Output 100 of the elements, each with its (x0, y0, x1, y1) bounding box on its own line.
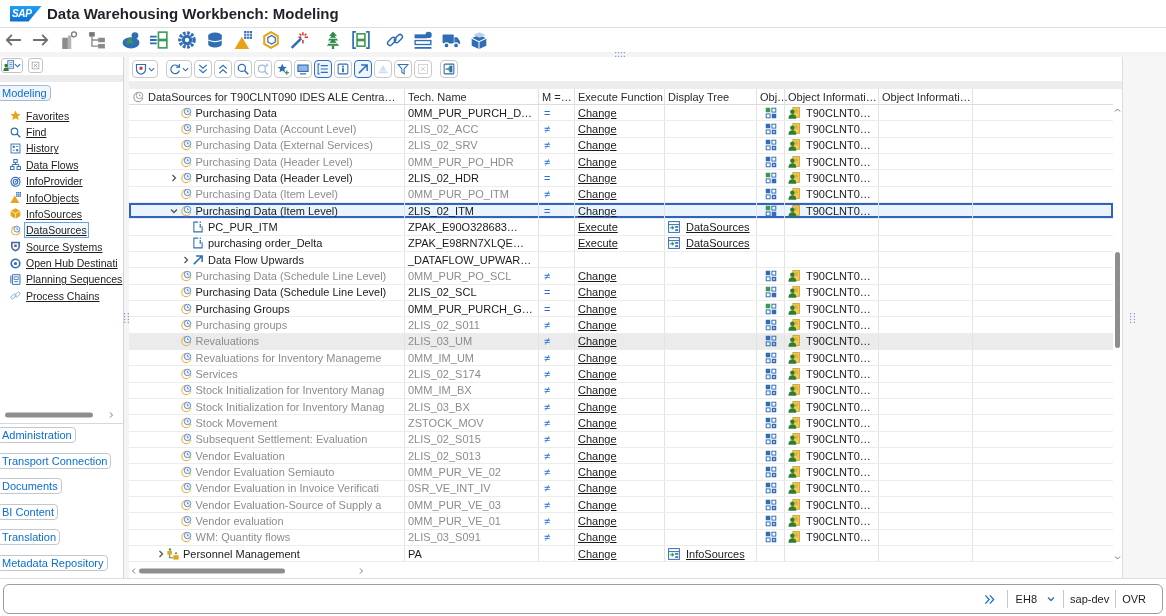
section-button[interactable]: Metadata Repository (0, 554, 108, 571)
section-button[interactable]: Administration (0, 427, 76, 443)
column-header[interactable]: Object Informati… (882, 90, 971, 103)
chevron-down-icon[interactable] (169, 206, 178, 215)
toolbar-button[interactable] (274, 60, 292, 78)
object-grid-icon[interactable] (764, 188, 777, 201)
function-link[interactable]: Change (578, 286, 617, 299)
function-link[interactable]: Change (578, 465, 617, 478)
function-link[interactable]: Change (578, 335, 617, 348)
object-grid-icon[interactable] (764, 416, 777, 429)
object-grid-icon[interactable] (764, 171, 777, 184)
object-grid-icon[interactable] (764, 139, 777, 152)
column-header[interactable]: Obj… (760, 90, 789, 103)
function-link[interactable]: Change (578, 531, 617, 544)
box-icon[interactable] (470, 31, 488, 49)
function-link[interactable]: Change (578, 106, 617, 119)
section-button[interactable]: Modeling (0, 85, 51, 101)
table-row[interactable]: PC_PUR_ITM ZPAK_E90O328683… Execute DataSources (129, 219, 1113, 236)
view-menu-button[interactable] (1, 58, 23, 73)
table-row[interactable]: Vendor Evaluation 2LIS_02_S013 ≠ Change T90CLNT0… (129, 447, 1113, 465)
table-row[interactable]: Personnel Management PA Change InfoSources (129, 545, 1113, 563)
section-button[interactable]: Translation (0, 529, 60, 546)
table-row[interactable]: Services 2LIS_02_S174 ≠ Change T90CLNT0… (129, 366, 1113, 383)
resize-grip-icon[interactable] (1130, 312, 1135, 323)
display-tree-link[interactable]: InfoSources (686, 547, 745, 560)
function-link[interactable]: Change (578, 204, 617, 217)
function-link[interactable]: Change (578, 547, 617, 560)
magic-wand-icon[interactable] (290, 31, 308, 49)
cog-icon[interactable] (178, 31, 196, 49)
function-link[interactable]: Change (578, 155, 617, 168)
table-row[interactable]: Purchasing Data (External Services) 2LIS_02_SRV ≠ Change T90CLNT0… (129, 137, 1113, 154)
toolbar-button[interactable] (194, 60, 212, 78)
table-row[interactable]: Purchasing Data 0MM_PUR_PURCH_D… = Change T90CLNT0… (129, 105, 1113, 122)
object-grid-icon[interactable] (764, 482, 777, 495)
table-row[interactable]: Revaluations for Inventory Manageme 0MM_IM_UM ≠ Change T90CLNT0… (129, 349, 1113, 367)
panel-icon[interactable] (414, 31, 432, 49)
function-link[interactable]: Change (578, 433, 617, 446)
table-row[interactable]: Purchasing Data (Header Level) 0MM_PUR_PO_HDR ≠ Change T90CLNT0… (129, 154, 1113, 171)
display-tree-link[interactable]: DataSources (686, 220, 750, 233)
column-header[interactable]: DataSources for T90CLNT090 IDES ALE Centra… (148, 90, 396, 103)
column-header[interactable]: Tech. Name (408, 90, 467, 103)
function-link[interactable]: Change (578, 351, 617, 364)
toolbar-button[interactable] (166, 60, 192, 78)
table-row[interactable]: Stock Initialization for Inventory Manag 2LIS_03_BX ≠ Change T90CLNT0… (129, 398, 1113, 416)
object-grid-icon[interactable] (764, 351, 777, 364)
database-icon[interactable] (206, 31, 224, 49)
pyramid-grid-icon[interactable] (234, 31, 252, 49)
navigator-link[interactable]: InfoObjects (24, 189, 82, 206)
table-row[interactable]: WM: Quantity flows 2LIS_03_S091 ≠ Change T90CLNT0… (129, 529, 1113, 546)
toolbar-button[interactable] (394, 60, 412, 78)
function-link[interactable]: Change (578, 482, 617, 495)
navigator-link[interactable]: Favorites (24, 107, 72, 124)
navigator-link[interactable]: InfoProvider (24, 173, 85, 190)
function-link[interactable]: Change (578, 302, 617, 315)
function-link[interactable]: Execute (578, 237, 618, 250)
column-header[interactable]: Execute Function (578, 90, 663, 103)
table-row[interactable]: Data Flow Upwards _DATAFLOW_UPWAR… (129, 251, 1113, 269)
section-button[interactable]: Documents (0, 478, 62, 495)
hexagon-icon[interactable] (262, 31, 280, 49)
object-grid-icon[interactable] (764, 302, 777, 315)
table-row[interactable]: Stock Movement ZSTOCK_MOV ≠ Change T90CLNT0… (129, 415, 1113, 432)
toolbar-button[interactable] (314, 60, 332, 78)
stack-grid-icon[interactable] (150, 31, 168, 49)
toolbar-button[interactable] (334, 60, 352, 78)
double-chevron-right-icon[interactable] (983, 593, 995, 605)
toolbar-button[interactable] (440, 60, 458, 78)
display-tree-link[interactable]: DataSources (686, 237, 750, 250)
toolbar-button[interactable] (214, 60, 232, 78)
object-grid-icon[interactable] (764, 123, 777, 135)
function-link[interactable]: Change (578, 318, 617, 331)
chevron-right-icon[interactable] (169, 173, 178, 182)
table-row[interactable]: Subsequent Settlement: Evaluation 2LIS_02_S015 ≠ Change T90CLNT0… (129, 431, 1113, 448)
function-link[interactable]: Change (578, 514, 617, 527)
navigator-link[interactable]: Process Chains (24, 287, 102, 304)
toolbar-button[interactable] (354, 60, 372, 78)
table-row[interactable]: Purchasing Data (Schedule Line Level) 0MM_PUR_PO_SCL ≠ Change T90CLNT0… (129, 268, 1113, 285)
table-row[interactable]: Vendor evaluation 0MM_PUR_VE_01 ≠ Change T90CLNT0… (129, 513, 1113, 530)
object-grid-icon[interactable] (764, 433, 777, 446)
table-row[interactable]: Purchasing Data (Item Level) 0MM_PUR_PO_ITM ≠ Change T90CLNT0… (129, 186, 1113, 203)
table-row[interactable]: Stock Initialization for Inventory Manag 0MM_IM_BX ≠ Change T90CLNT0… (129, 382, 1113, 399)
function-link[interactable]: Change (578, 171, 617, 184)
function-link[interactable]: Change (578, 123, 617, 135)
object-grid-icon[interactable] (764, 384, 777, 397)
navigator-link[interactable]: History (24, 140, 61, 157)
column-header[interactable]: Object Informati… (788, 90, 877, 103)
toolbar-button[interactable] (294, 60, 312, 78)
object-grid-icon[interactable] (764, 531, 777, 544)
table-row[interactable]: Purchasing Data (Header Level) 2LIS_02_HDR = Change T90CLNT0… (129, 170, 1113, 187)
function-link[interactable]: Change (578, 269, 617, 282)
navigator-link[interactable]: Open Hub Destinati (24, 255, 120, 271)
section-button[interactable]: BI Content (0, 503, 58, 520)
function-link[interactable]: Change (578, 384, 617, 397)
table-row[interactable]: Purchasing Groups 0MM_PUR_PURCH_G… = Change T90CLNT0… (129, 300, 1113, 318)
table-row[interactable]: Vendor Evaluation in Invoice Verificati 0SR_VE_INT_IV ≠ Change T90CLNT0… (129, 480, 1113, 497)
navigator-link[interactable]: InfoSources (24, 205, 85, 222)
table-row[interactable]: Purchasing Data (Schedule Line Level) 2LIS_02_SCL = Change T90CLNT0… (129, 284, 1113, 301)
resize-grip-icon[interactable] (615, 52, 625, 57)
object-grid-icon[interactable] (764, 318, 777, 331)
object-grid-icon[interactable] (764, 514, 777, 527)
function-link[interactable]: Change (578, 139, 617, 152)
